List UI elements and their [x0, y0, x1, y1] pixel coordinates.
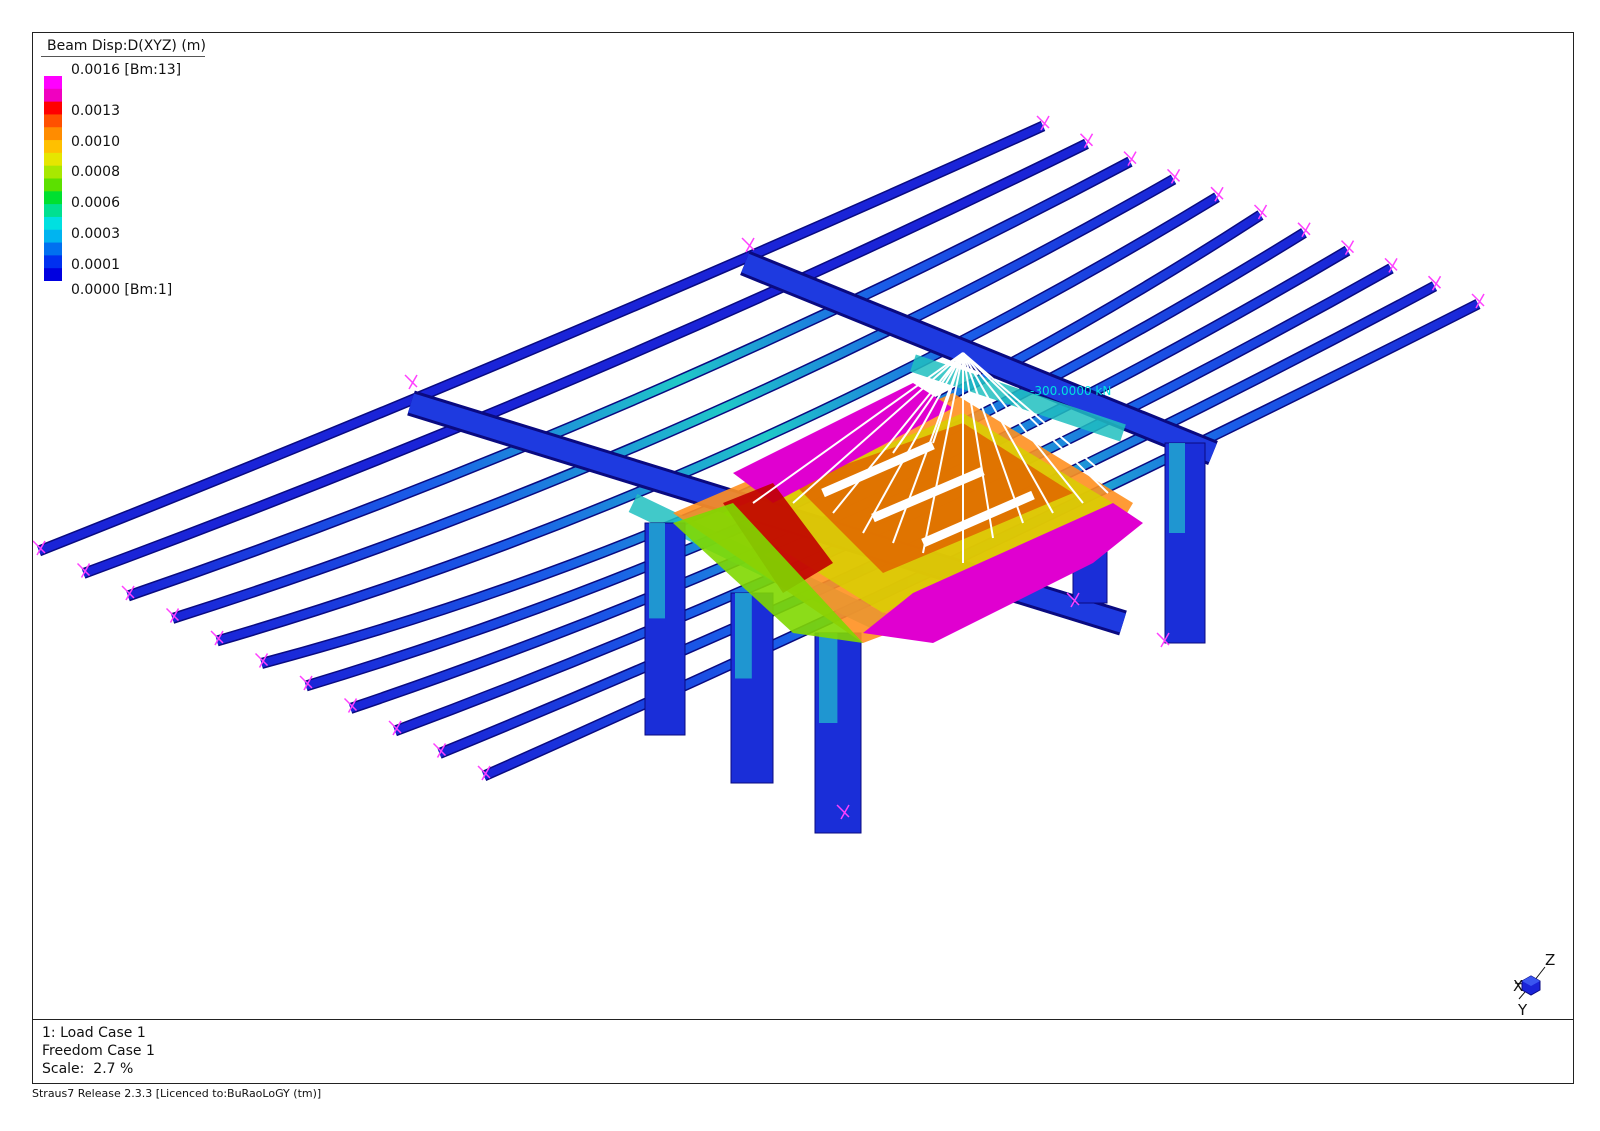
legend-color-segment	[44, 178, 62, 192]
support-marker	[1170, 169, 1181, 184]
legend-color-bar	[44, 76, 62, 281]
load-case-text: 1: Load Case 1	[42, 1025, 146, 1041]
legend-tick-label: 0.0010	[71, 134, 120, 150]
legend-color-segment	[44, 255, 62, 269]
support-marker	[1214, 186, 1224, 202]
legend-color-segment	[44, 191, 62, 205]
support-marker	[1431, 275, 1442, 291]
support-marker	[1257, 204, 1268, 220]
axis-triad-icon: Z X Y	[1501, 949, 1561, 1019]
legend-color-segment	[44, 88, 62, 103]
freedom-case-text: Freedom Case 1	[42, 1043, 155, 1059]
legend-title-underline	[41, 56, 205, 57]
legend-color-segment	[44, 242, 62, 256]
legend-color-segment	[44, 127, 62, 141]
legend-tick-label: 0.0006	[71, 195, 120, 211]
support-marker	[1040, 115, 1050, 131]
column-highlight	[735, 593, 752, 679]
legend-color-segment	[44, 152, 62, 167]
legend-color-segment	[44, 140, 62, 154]
legend-color-segment	[44, 101, 62, 115]
support-marker	[1388, 258, 1398, 273]
axis-label-z: Z	[1545, 951, 1556, 969]
column-highlight	[1169, 443, 1185, 533]
legend-color-segment	[44, 216, 62, 231]
column-highlight	[649, 523, 665, 619]
footer-divider	[33, 1019, 1573, 1020]
model-viewport[interactable]: -300.0000 kN Beam Disp:D(XYZ) (m) 0.0016…	[33, 33, 1573, 1019]
support-marker	[1127, 151, 1137, 166]
legend-color-segment	[44, 76, 62, 90]
legend-max-label: 0.0016 [Bm:13]	[71, 62, 182, 78]
legend-min-label: 0.0000 [Bm:1]	[71, 282, 173, 298]
legend-color-segment	[44, 165, 62, 179]
column-highlight	[819, 633, 838, 723]
legend-tick-label: 0.0003	[71, 226, 120, 242]
viewport-frame: -300.0000 kN Beam Disp:D(XYZ) (m) 0.0016…	[32, 32, 1574, 1084]
legend-color-segment	[44, 268, 62, 281]
legend-title: Beam Disp:D(XYZ) (m)	[47, 38, 206, 54]
legend-color-segment	[44, 204, 62, 218]
model-canvas[interactable]: -300.0000 kN	[33, 33, 1573, 1019]
legend-color-segment	[44, 114, 62, 128]
legend-color-segment	[44, 229, 62, 244]
support-marker	[1344, 240, 1355, 255]
legend-tick-label: 0.0001	[71, 257, 120, 273]
legend-tick-label: 0.0008	[71, 164, 120, 180]
licence-credit: Straus7 Release 2.3.3 [Licenced to:BuRao…	[32, 1087, 322, 1100]
load-label: -300.0000 kN	[1030, 384, 1111, 398]
scale-text: Scale: 2.7 %	[42, 1061, 134, 1077]
legend-tick-label: 0.0013	[71, 103, 120, 119]
axis-label-y: Y	[1518, 1001, 1528, 1019]
support-marker	[1475, 293, 1485, 309]
support-marker	[1083, 133, 1094, 149]
support-marker	[408, 374, 418, 390]
support-marker	[1301, 222, 1311, 238]
axis-label-x: X	[1513, 977, 1524, 995]
